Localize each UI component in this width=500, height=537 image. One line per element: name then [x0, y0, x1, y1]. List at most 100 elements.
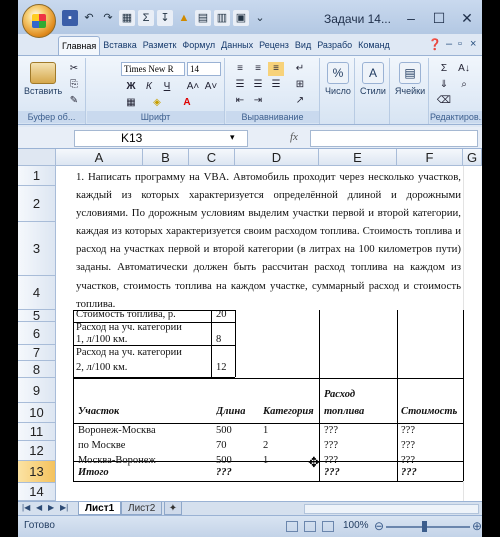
- office-button[interactable]: [22, 4, 56, 38]
- column-header-f[interactable]: F: [397, 149, 463, 166]
- cut-icon[interactable]: ✂: [66, 62, 82, 76]
- font-size-combo[interactable]: 14: [187, 62, 221, 76]
- paste-button[interactable]: Вставить: [24, 62, 62, 96]
- select-all-corner[interactable]: [18, 149, 56, 166]
- chart-icon[interactable]: ▦: [119, 10, 135, 26]
- row-header-12[interactable]: 12: [18, 441, 56, 461]
- column-header-d[interactable]: D: [235, 149, 319, 166]
- formula-input[interactable]: [310, 130, 478, 147]
- row-header-14[interactable]: 14: [18, 483, 56, 501]
- column-header-b[interactable]: B: [143, 149, 189, 166]
- row-header-11[interactable]: 11: [18, 423, 56, 441]
- zoom-out-icon[interactable]: ⊖: [374, 519, 384, 533]
- undo-icon[interactable]: ↶: [81, 10, 97, 26]
- normal-view-icon[interactable]: [286, 521, 298, 532]
- orientation-icon[interactable]: ↗: [292, 94, 308, 108]
- row-header-13[interactable]: 13: [18, 461, 56, 483]
- format-painter-icon[interactable]: ✎: [66, 94, 82, 108]
- tab-developer[interactable]: Разрабо: [314, 36, 355, 56]
- column-header-c[interactable]: C: [189, 149, 235, 166]
- help-icon[interactable]: ❓: [428, 38, 442, 51]
- next-sheet-icon[interactable]: ▶: [48, 503, 54, 512]
- tab-insert[interactable]: Вставка: [100, 36, 139, 56]
- spreadsheet-grid[interactable]: A B C D E F G 1 2 3 4 5 6 7 8 9 10 11 12…: [18, 149, 482, 501]
- shrink-font-icon[interactable]: A˅: [203, 80, 219, 94]
- bold-icon[interactable]: Ж: [123, 80, 139, 94]
- tab-review[interactable]: Реценз: [256, 36, 292, 56]
- decrease-indent-icon[interactable]: ⇤: [232, 94, 248, 108]
- row-header-4[interactable]: 4: [18, 276, 56, 310]
- prev-sheet-icon[interactable]: ◀: [36, 503, 42, 512]
- row-header-8[interactable]: 8: [18, 361, 56, 378]
- row-header-10[interactable]: 10: [18, 403, 56, 423]
- first-sheet-icon[interactable]: |◀: [22, 503, 30, 512]
- borders-icon[interactable]: ▦: [123, 96, 139, 110]
- tab-view[interactable]: Вид: [292, 36, 314, 56]
- page-break-view-icon[interactable]: [322, 521, 334, 532]
- save-icon[interactable]: ▪: [62, 10, 78, 26]
- minimize-button[interactable]: –: [402, 10, 420, 26]
- zoom-slider[interactable]: [386, 526, 470, 528]
- redo-icon[interactable]: ↷: [100, 10, 116, 26]
- form-icon[interactable]: ▣: [233, 10, 249, 26]
- maximize-button[interactable]: ☐: [430, 10, 448, 27]
- tab-home[interactable]: Главная: [58, 36, 101, 56]
- row-header-9[interactable]: 9: [18, 378, 56, 403]
- column-header-e[interactable]: E: [319, 149, 397, 166]
- insert-sheet-icon[interactable]: ✦: [164, 502, 182, 515]
- align-left-icon[interactable]: ☰: [232, 78, 248, 92]
- column-header-g[interactable]: G: [463, 149, 482, 166]
- row-header-3[interactable]: 3: [18, 222, 56, 276]
- row-header-6[interactable]: 6: [18, 322, 56, 345]
- tab-page-layout[interactable]: Разметк: [140, 36, 180, 56]
- zoom-slider-thumb[interactable]: [422, 521, 427, 532]
- sort-icon[interactable]: ↧: [157, 10, 173, 26]
- clear-icon[interactable]: ⌫: [436, 94, 452, 108]
- font-color-icon[interactable]: A: [179, 96, 195, 110]
- copy-icon[interactable]: ⎘: [66, 78, 82, 92]
- customize-qat-icon[interactable]: ⌄: [252, 10, 268, 26]
- font-name-combo[interactable]: Times New R: [121, 62, 185, 76]
- align-middle-icon[interactable]: ≡: [250, 62, 266, 76]
- wrap-text-icon[interactable]: ↵: [292, 62, 308, 76]
- ribbon-restore-icon[interactable]: ▫: [458, 38, 462, 50]
- row-header-2[interactable]: 2: [18, 186, 56, 222]
- fx-icon[interactable]: fx: [290, 131, 298, 143]
- grow-font-icon[interactable]: A˄: [185, 80, 201, 94]
- column-header-a[interactable]: A: [56, 149, 143, 166]
- fill-icon[interactable]: ⇓: [436, 78, 452, 92]
- row-header-7[interactable]: 7: [18, 345, 56, 361]
- align-center-icon[interactable]: ☰: [250, 78, 266, 92]
- styles-button[interactable]: A Стили: [358, 62, 388, 96]
- page-layout-view-icon[interactable]: [304, 521, 316, 532]
- merge-cells-icon[interactable]: ⊞: [292, 78, 308, 92]
- underline-icon[interactable]: Ч: [159, 80, 175, 94]
- fill-color-icon[interactable]: ◈: [149, 96, 165, 110]
- sort-filter-icon[interactable]: A↓: [456, 62, 472, 76]
- ribbon-close-icon[interactable]: ×: [470, 38, 476, 50]
- italic-icon[interactable]: К: [141, 80, 157, 94]
- align-bottom-icon[interactable]: ≡: [268, 62, 284, 76]
- sum-icon[interactable]: Σ: [138, 10, 154, 26]
- cells-button[interactable]: ▤ Ячейки: [394, 62, 426, 96]
- sheet-tab-1[interactable]: Лист1: [78, 502, 122, 515]
- zoom-level[interactable]: 100%: [343, 520, 369, 531]
- table-icon[interactable]: ▤: [195, 10, 211, 26]
- sheet-tab-2[interactable]: Лист2: [121, 502, 163, 515]
- close-button[interactable]: ✕: [458, 10, 476, 27]
- increase-indent-icon[interactable]: ⇥: [250, 94, 266, 108]
- align-right-icon[interactable]: ☰: [268, 78, 284, 92]
- horizontal-scrollbar[interactable]: [304, 504, 479, 514]
- row-header-1[interactable]: 1: [18, 166, 56, 186]
- last-sheet-icon[interactable]: ▶|: [60, 503, 68, 512]
- number-format-button[interactable]: % Число: [323, 62, 353, 96]
- row-header-5[interactable]: 5: [18, 309, 56, 322]
- name-box-dropdown-icon[interactable]: ▾: [230, 132, 235, 143]
- tab-formulas[interactable]: Формул: [179, 36, 218, 56]
- autosum-icon[interactable]: Σ: [436, 62, 452, 76]
- warning-icon[interactable]: ▲: [176, 10, 192, 26]
- grid-icon[interactable]: ▥: [214, 10, 230, 26]
- name-box[interactable]: K13: [74, 130, 248, 147]
- tab-data[interactable]: Данных: [218, 36, 256, 56]
- ribbon-minimize-icon[interactable]: –: [446, 38, 452, 50]
